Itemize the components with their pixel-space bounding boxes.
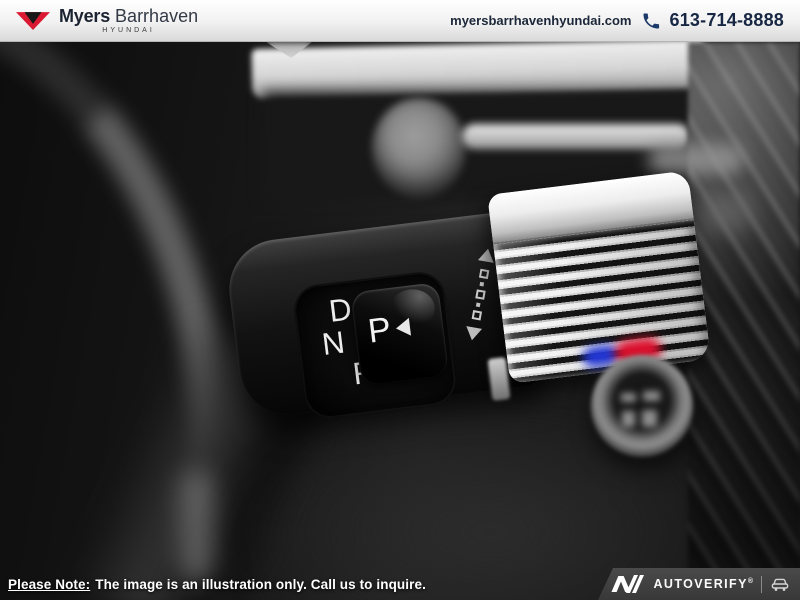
engine-start-button <box>591 355 693 457</box>
phone-number[interactable]: 613-714-8888 <box>670 10 785 31</box>
gear-label-n: N <box>320 326 346 359</box>
dealer-name: Myers Barrhaven HYUNDAI <box>59 7 198 34</box>
dashboard-vent-slat <box>251 42 704 99</box>
indicator-square-icon <box>475 289 485 299</box>
phone-icon <box>641 11 661 31</box>
dealer-logo: Myers Barrhaven HYUNDAI <box>16 7 198 34</box>
blurred-dash-patch <box>700 192 752 232</box>
dealer-name-regular: Barrhaven <box>115 7 198 25</box>
indicator-square-icon <box>478 269 488 279</box>
vehicle-photo: D N R P <box>0 42 800 600</box>
start-button-glyph <box>642 410 657 427</box>
park-button: P <box>350 282 449 386</box>
dealer-name-bold: Myers <box>59 7 110 25</box>
start-button-glyph <box>621 393 636 402</box>
banner-divider <box>761 576 762 593</box>
column-highlight <box>180 470 214 582</box>
autoverify-logo-icon <box>611 575 645 593</box>
gear-panel: D N R P <box>291 269 458 421</box>
start-button-glyph <box>622 411 635 427</box>
autoverify-banner: AUTOVERIFY® <box>598 568 800 600</box>
gear-label-d: D <box>327 293 353 326</box>
header-bar: Myers Barrhaven HYUNDAI myersbarrhavenhy… <box>0 0 800 42</box>
arrow-down-icon <box>464 326 482 342</box>
gear-label-p: P <box>366 312 393 349</box>
indicator-dot-icon <box>476 303 481 308</box>
page: Myers Barrhaven HYUNDAI myersbarrhavenhy… <box>0 0 800 600</box>
registered-symbol: ® <box>748 578 753 585</box>
disclaimer-note: Please Note: The image is an illustration… <box>8 577 426 592</box>
park-select-arrow-icon <box>395 318 411 338</box>
indicator-square-icon <box>471 310 481 320</box>
header-contact: myersbarrhavenhyundai.com 613-714-8888 <box>450 10 784 31</box>
autoverify-wordmark: AUTOVERIFY® <box>653 578 753 591</box>
disclaimer-text: The image is an illustration only. Call … <box>95 577 426 592</box>
disclaimer-label: Please Note: <box>8 577 90 592</box>
vent-knob <box>372 98 466 198</box>
website-link[interactable]: myersbarrhavenhyundai.com <box>450 13 631 28</box>
car-icon <box>770 577 790 592</box>
dealer-name-sub: HYUNDAI <box>102 27 155 34</box>
start-button-glyph <box>643 391 660 401</box>
dealer-name-row: Myers Barrhaven <box>59 7 198 25</box>
indicator-dot-icon <box>480 282 485 287</box>
autoverify-name: AUTOVERIFY <box>653 577 747 591</box>
myers-logo-icon <box>16 11 50 30</box>
